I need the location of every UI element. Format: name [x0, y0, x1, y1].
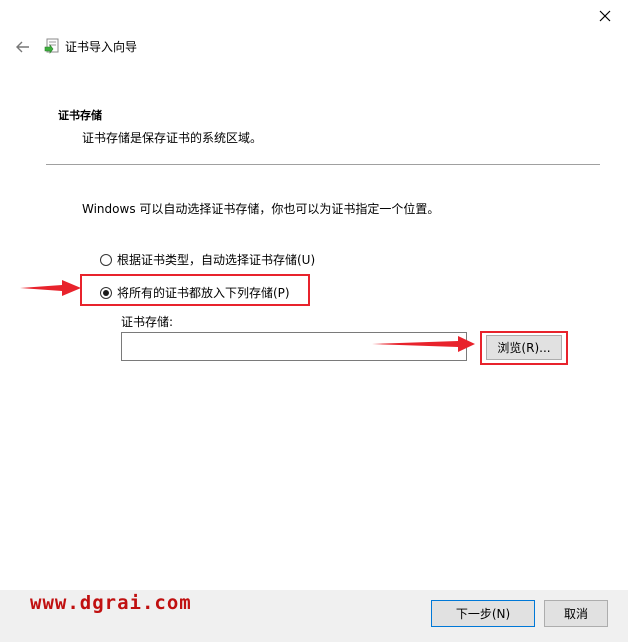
highlight-box-radio — [80, 274, 310, 306]
certificate-icon — [44, 37, 62, 55]
radio-circle-unchecked[interactable] — [100, 253, 112, 266]
section-description: 证书存储是保存证书的系统区域。 — [82, 131, 263, 145]
divider — [46, 164, 600, 165]
intro-text: Windows 可以自动选择证书存储，你也可以为证书指定一个位置。 — [82, 202, 440, 216]
annotation-arrow-icon — [372, 336, 475, 352]
back-arrow-icon — [16, 41, 29, 53]
watermark-text: www.dgrai.com — [30, 592, 192, 614]
close-icon — [599, 10, 611, 22]
radio-auto-select-label: 根据证书类型，自动选择证书存储(U) — [117, 253, 316, 267]
wizard-title: 证书导入向导 — [65, 40, 138, 54]
annotation-arrow-icon — [20, 280, 81, 296]
highlight-box-browse — [480, 331, 568, 365]
back-button[interactable] — [12, 36, 34, 58]
close-button[interactable] — [588, 2, 622, 30]
radio-auto-select[interactable]: 根据证书类型，自动选择证书存储(U) — [100, 251, 315, 268]
next-button[interactable]: 下一步(N) — [431, 600, 535, 627]
section-title: 证书存储 — [58, 109, 102, 122]
cancel-button[interactable]: 取消 — [544, 600, 608, 627]
store-label: 证书存储: — [121, 315, 174, 329]
